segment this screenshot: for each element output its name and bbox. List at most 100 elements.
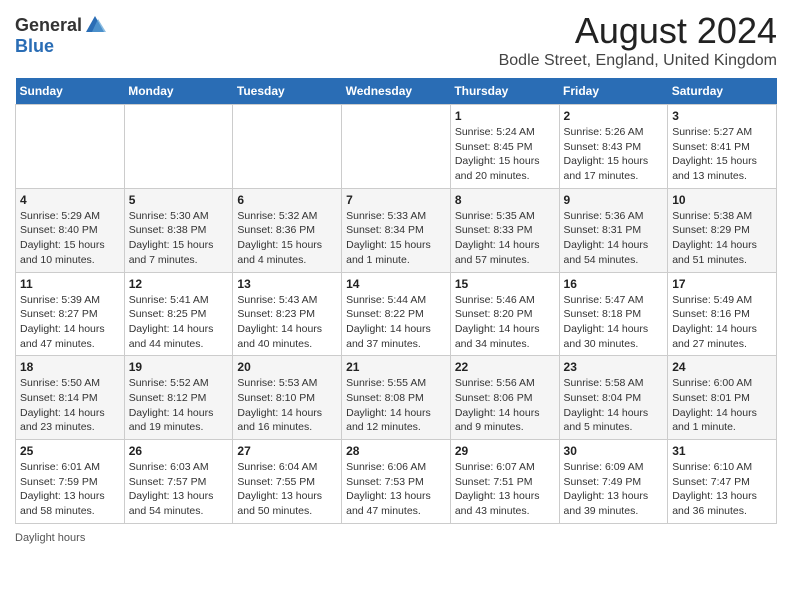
calendar-cell: 25Sunrise: 6:01 AMSunset: 7:59 PMDayligh…	[16, 440, 125, 524]
day-number: 24	[672, 360, 772, 374]
day-number: 17	[672, 277, 772, 291]
calendar-cell: 10 Sunrise: 5:38 AMSunset: 8:29 PMDayligh…	[668, 188, 777, 272]
day-info: Sunrise: 5:49 AMSunset: 8:16 PMDaylight:…	[672, 293, 772, 352]
day-number: 29	[455, 444, 555, 458]
logo-blue-text: Blue	[15, 36, 54, 57]
day-info: Sunrise: 5:32 AMSunset: 8:36 PMDaylight:…	[237, 209, 337, 268]
title-section: August 2024 Bodle Street, England, Unite…	[499, 10, 777, 70]
day-number: 11	[20, 277, 120, 291]
calendar-cell: 15 Sunrise: 5:46 AMSunset: 8:20 PMDayligh…	[450, 272, 559, 356]
calendar-cell	[124, 105, 233, 189]
calendar-cell: 28 Sunrise: 6:06 AMSunset: 7:53 PMDayligh…	[342, 440, 451, 524]
day-number: 16	[564, 277, 664, 291]
day-info: Sunrise: 5:27 AMSunset: 8:41 PMDaylight:…	[672, 125, 772, 184]
calendar-cell	[16, 105, 125, 189]
day-number: 23	[564, 360, 664, 374]
calendar-week-row: 18 Sunrise: 5:50 AMSunset: 8:14 PMDayligh…	[16, 356, 777, 440]
day-info: Sunrise: 6:07 AMSunset: 7:51 PMDaylight:…	[455, 460, 555, 519]
day-number: 10	[672, 193, 772, 207]
day-number: 1	[455, 109, 555, 123]
day-number: 30	[564, 444, 664, 458]
day-number: 3	[672, 109, 772, 123]
calendar-cell: 11 Sunrise: 5:39 AMSunset: 8:27 PMDayligh…	[16, 272, 125, 356]
day-number: 14	[346, 277, 446, 291]
calendar-table: SundayMondayTuesdayWednesdayThursdayFrid…	[15, 78, 777, 524]
page-header: General Blue August 2024 Bodle Street, E…	[15, 10, 777, 70]
calendar-cell: 8Sunrise: 5:35 AMSunset: 8:33 PMDaylight…	[450, 188, 559, 272]
day-number: 20	[237, 360, 337, 374]
day-info: Sunrise: 6:10 AMSunset: 7:47 PMDaylight:…	[672, 460, 772, 519]
day-info: Sunrise: 5:50 AMSunset: 8:14 PMDaylight:…	[20, 376, 120, 435]
day-number: 15	[455, 277, 555, 291]
calendar-cell: 14 Sunrise: 5:44 AMSunset: 8:22 PMDayligh…	[342, 272, 451, 356]
location-subtitle: Bodle Street, England, United Kingdom	[499, 52, 777, 70]
day-info: Sunrise: 5:38 AMSunset: 8:29 PMDaylight:…	[672, 209, 772, 268]
day-number: 26	[129, 444, 229, 458]
calendar-cell: 12Sunrise: 5:41 AMSunset: 8:25 PMDayligh…	[124, 272, 233, 356]
logo: General Blue	[15, 14, 106, 57]
calendar-cell: 13 Sunrise: 5:43 AMSunset: 8:23 PMDayligh…	[233, 272, 342, 356]
footer: Daylight hours	[15, 532, 777, 544]
calendar-cell: 27Sunrise: 6:04 AMSunset: 7:55 PMDayligh…	[233, 440, 342, 524]
calendar-cell: 26 Sunrise: 6:03 AMSunset: 7:57 PMDayligh…	[124, 440, 233, 524]
calendar-week-row: 4Sunrise: 5:29 AMSunset: 8:40 PMDaylight…	[16, 188, 777, 272]
day-number: 6	[237, 193, 337, 207]
calendar-cell: 19 Sunrise: 5:52 AMSunset: 8:12 PMDayligh…	[124, 356, 233, 440]
day-info: Sunrise: 5:56 AMSunset: 8:06 PMDaylight:…	[455, 376, 555, 435]
calendar-cell: 30 Sunrise: 6:09 AMSunset: 7:49 PMDayligh…	[559, 440, 668, 524]
day-info: Sunrise: 5:53 AMSunset: 8:10 PMDaylight:…	[237, 376, 337, 435]
calendar-cell: 1 Sunrise: 5:24 AMSunset: 8:45 PMDaylight…	[450, 105, 559, 189]
day-number: 21	[346, 360, 446, 374]
day-number: 18	[20, 360, 120, 374]
calendar-cell: 7Sunrise: 5:33 AMSunset: 8:34 PMDaylight…	[342, 188, 451, 272]
day-info: Sunrise: 5:47 AMSunset: 8:18 PMDaylight:…	[564, 293, 664, 352]
day-info: Sunrise: 5:44 AMSunset: 8:22 PMDaylight:…	[346, 293, 446, 352]
day-number: 25	[20, 444, 120, 458]
day-info: Sunrise: 6:09 AMSunset: 7:49 PMDaylight:…	[564, 460, 664, 519]
logo-icon	[84, 14, 106, 36]
calendar-cell	[342, 105, 451, 189]
day-number: 5	[129, 193, 229, 207]
calendar-cell: 22 Sunrise: 5:56 AMSunset: 8:06 PMDayligh…	[450, 356, 559, 440]
day-number: 13	[237, 277, 337, 291]
day-info: Sunrise: 6:06 AMSunset: 7:53 PMDaylight:…	[346, 460, 446, 519]
day-number: 9	[564, 193, 664, 207]
day-info: Sunrise: 6:03 AMSunset: 7:57 PMDaylight:…	[129, 460, 229, 519]
weekday-header: Thursday	[450, 78, 559, 105]
calendar-week-row: 11 Sunrise: 5:39 AMSunset: 8:27 PMDayligh…	[16, 272, 777, 356]
weekday-header: Wednesday	[342, 78, 451, 105]
day-info: Sunrise: 5:26 AMSunset: 8:43 PMDaylight:…	[564, 125, 664, 184]
day-info: Sunrise: 5:46 AMSunset: 8:20 PMDaylight:…	[455, 293, 555, 352]
calendar-cell: 21 Sunrise: 5:55 AMSunset: 8:08 PMDayligh…	[342, 356, 451, 440]
day-info: Sunrise: 6:04 AMSunset: 7:55 PMDaylight:…	[237, 460, 337, 519]
day-info: Sunrise: 5:55 AMSunset: 8:08 PMDaylight:…	[346, 376, 446, 435]
calendar-cell	[233, 105, 342, 189]
weekday-header: Monday	[124, 78, 233, 105]
calendar-cell: 3 Sunrise: 5:27 AMSunset: 8:41 PMDaylight…	[668, 105, 777, 189]
day-number: 22	[455, 360, 555, 374]
day-info: Sunrise: 5:39 AMSunset: 8:27 PMDaylight:…	[20, 293, 120, 352]
day-info: Sunrise: 6:00 AMSunset: 8:01 PMDaylight:…	[672, 376, 772, 435]
calendar-cell: 6 Sunrise: 5:32 AMSunset: 8:36 PMDaylight…	[233, 188, 342, 272]
day-number: 12	[129, 277, 229, 291]
day-info: Sunrise: 5:52 AMSunset: 8:12 PMDaylight:…	[129, 376, 229, 435]
calendar-cell: 5 Sunrise: 5:30 AMSunset: 8:38 PMDaylight…	[124, 188, 233, 272]
calendar-cell: 24 Sunrise: 6:00 AMSunset: 8:01 PMDayligh…	[668, 356, 777, 440]
weekday-header: Sunday	[16, 78, 125, 105]
day-number: 4	[20, 193, 120, 207]
calendar-cell: 23 Sunrise: 5:58 AMSunset: 8:04 PMDayligh…	[559, 356, 668, 440]
day-info: Sunrise: 5:24 AMSunset: 8:45 PMDaylight:…	[455, 125, 555, 184]
daylight-label: Daylight hours	[15, 532, 85, 544]
calendar-cell: 29 Sunrise: 6:07 AMSunset: 7:51 PMDayligh…	[450, 440, 559, 524]
calendar-cell: 17 Sunrise: 5:49 AMSunset: 8:16 PMDayligh…	[668, 272, 777, 356]
day-number: 28	[346, 444, 446, 458]
logo-general-text: General	[15, 15, 82, 36]
day-info: Sunrise: 5:30 AMSunset: 8:38 PMDaylight:…	[129, 209, 229, 268]
day-info: Sunrise: 5:43 AMSunset: 8:23 PMDaylight:…	[237, 293, 337, 352]
day-info: Sunrise: 5:58 AMSunset: 8:04 PMDaylight:…	[564, 376, 664, 435]
calendar-cell: 16 Sunrise: 5:47 AMSunset: 8:18 PMDayligh…	[559, 272, 668, 356]
weekday-header-row: SundayMondayTuesdayWednesdayThursdayFrid…	[16, 78, 777, 105]
day-number: 19	[129, 360, 229, 374]
day-number: 31	[672, 444, 772, 458]
calendar-week-row: 25Sunrise: 6:01 AMSunset: 7:59 PMDayligh…	[16, 440, 777, 524]
